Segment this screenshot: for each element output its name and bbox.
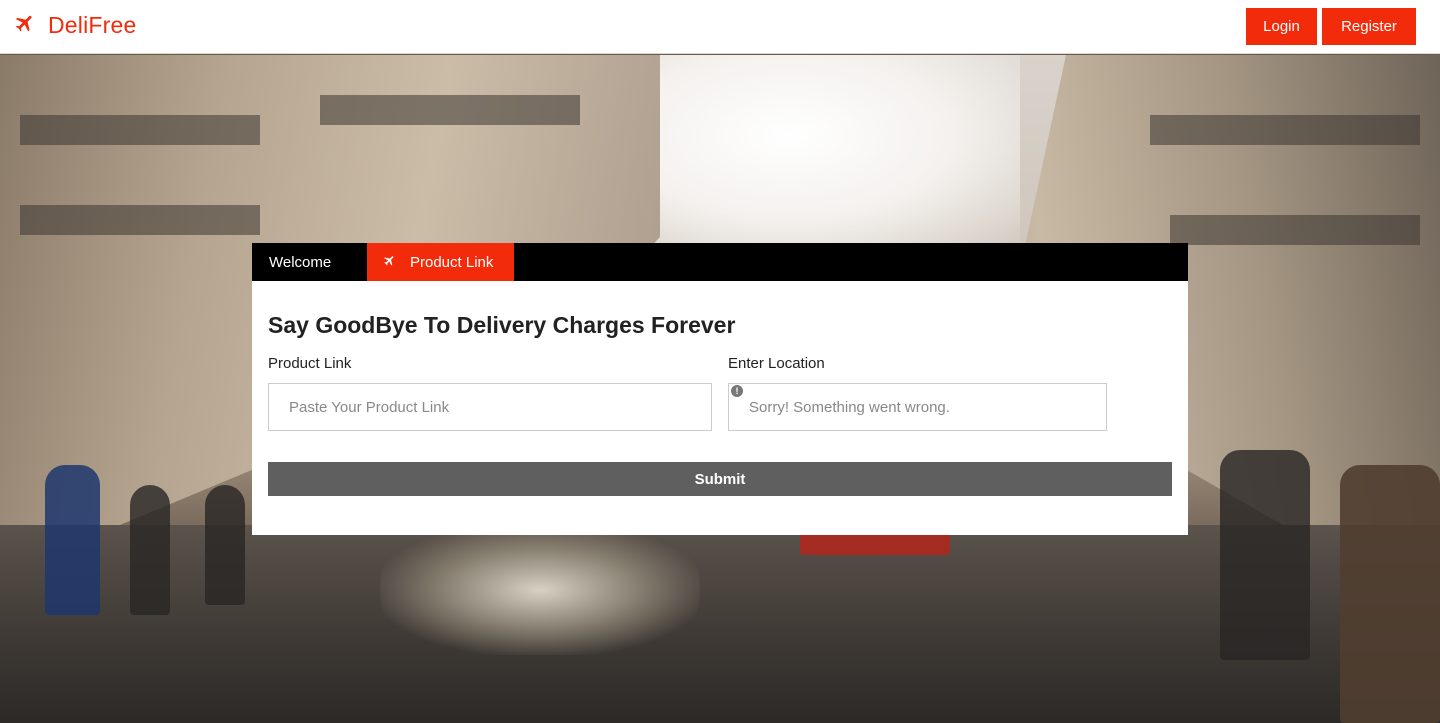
brand-logo[interactable]: DeliFree	[14, 12, 137, 39]
location-label: Enter Location	[728, 355, 825, 372]
blurred-car	[380, 525, 700, 655]
product-link-input[interactable]	[268, 383, 712, 431]
tab-product-link-label: Product Link	[410, 253, 494, 271]
product-link-card: Welcome Product Link Say GoodBye To Deli…	[252, 243, 1188, 535]
tab-welcome[interactable]: Welcome	[269, 243, 381, 281]
tab-bar: Welcome Product Link	[252, 243, 1188, 281]
tab-welcome-label: Welcome	[269, 253, 332, 271]
brand-name: DeliFree	[48, 12, 137, 38]
warning-icon: !	[731, 385, 743, 397]
product-link-label: Product Link	[268, 355, 352, 372]
airplane-icon	[383, 254, 396, 271]
tab-product-link[interactable]: Product Link	[367, 243, 514, 281]
login-button[interactable]: Login	[1246, 8, 1317, 45]
page-title: Say GoodBye To Delivery Charges Forever	[268, 312, 736, 338]
location-input[interactable]	[728, 383, 1107, 431]
airplane-icon	[14, 12, 36, 39]
top-navbar: DeliFree Login Register	[0, 0, 1440, 54]
register-button[interactable]: Register	[1322, 8, 1416, 45]
submit-button[interactable]: Submit	[268, 462, 1172, 496]
